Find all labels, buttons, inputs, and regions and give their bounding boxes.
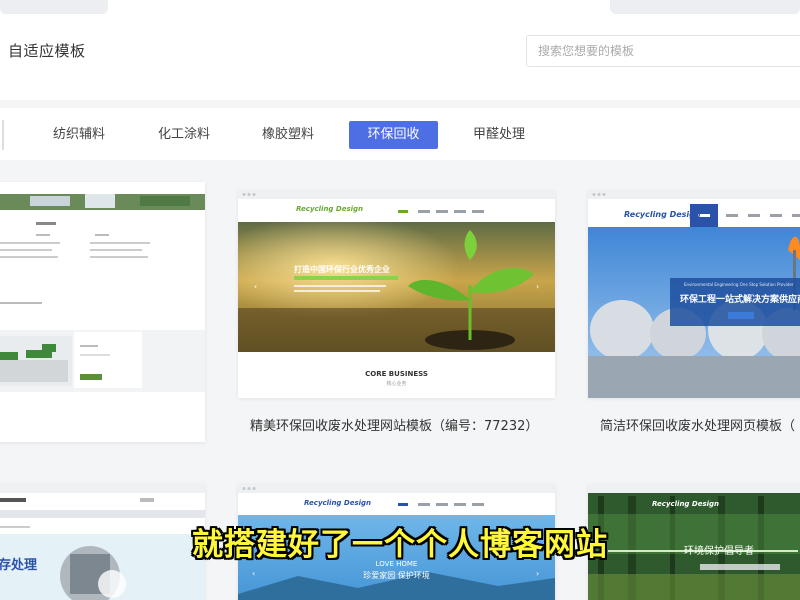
svg-text:‹: ‹ bbox=[254, 282, 257, 291]
video-subtitle: 就搭建好了一个个人博客网站 bbox=[192, 527, 608, 563]
svg-text:›: › bbox=[536, 282, 539, 291]
header-bar: 自适应模板 bbox=[0, 0, 800, 100]
preview-hero-small: Environmental Engineering One Stop Solut… bbox=[684, 282, 794, 287]
template-preview-1 bbox=[0, 182, 205, 392]
tab-chemical-coating[interactable]: 化工涂料 bbox=[145, 121, 223, 149]
top-left-decoration bbox=[0, 0, 108, 14]
tab-textile[interactable]: 纺织辅料 bbox=[40, 121, 118, 149]
tab-rubber-plastic[interactable]: 橡胶塑料 bbox=[249, 121, 327, 149]
preview-hero-text: 环保工程一站式解决方案供应商 bbox=[680, 295, 800, 305]
template-preview-image bbox=[0, 182, 205, 392]
template-card-3[interactable]: Recycling Design Environmental Engineeri… bbox=[588, 190, 800, 398]
preview-hero-text: 打造中国环保行业优秀企业 bbox=[294, 265, 390, 274]
preview-hero-line2: 珍爱家园 保护环境 bbox=[363, 571, 430, 580]
tab-recycling[interactable]: 环保回收 bbox=[349, 121, 438, 149]
template-card-2[interactable]: ‹ › Recycling Design 打造中国环保行业优秀企业 CORE B… bbox=[238, 190, 555, 398]
search-input[interactable] bbox=[526, 35, 800, 67]
preview-section-subtitle: 核心业务 bbox=[386, 381, 407, 387]
preview-logo: Recycling Design bbox=[304, 499, 371, 507]
top-right-decoration bbox=[610, 0, 800, 14]
template-caption-2[interactable]: 精美环保回收废水处理网站模板（编号：77232） bbox=[250, 415, 538, 434]
page-title: 自适应模板 bbox=[8, 42, 86, 60]
tab-bar-divider bbox=[0, 120, 4, 150]
preview-logo: Recycling Design bbox=[624, 210, 701, 219]
preview-logo: Recycling Design bbox=[652, 500, 719, 508]
template-card-1[interactable]: 使用 bbox=[0, 182, 205, 442]
tab-formaldehyde[interactable]: 甲醛处理 bbox=[460, 121, 538, 149]
template-preview-image: ‹ › bbox=[238, 190, 555, 398]
preview-logo: Recycling Design bbox=[296, 205, 363, 213]
preview-hero-text: 存处理 bbox=[0, 558, 38, 573]
template-caption-3[interactable]: 简洁环保回收废水处理网页模板（ bbox=[600, 415, 795, 434]
preview-section-title: CORE BUSINESS bbox=[365, 370, 428, 378]
template-preview-2: ‹ › bbox=[238, 190, 555, 398]
